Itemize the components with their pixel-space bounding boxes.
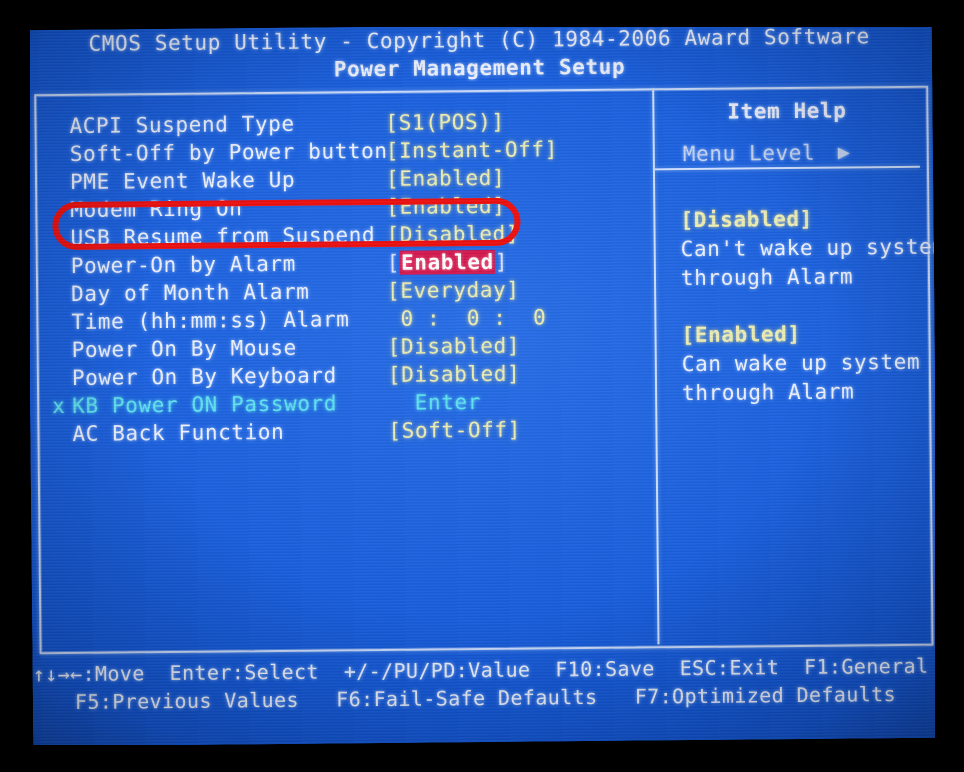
row-disabled-marker-icon: x [52, 394, 66, 419]
setting-value[interactable]: [Instant-Off] [386, 137, 558, 163]
setting-label: USB Resume from Suspend [70, 223, 376, 250]
bracket-open: [ [386, 250, 401, 275]
setting-value[interactable]: [Everyday] [387, 278, 520, 303]
setting-value[interactable]: 0 : 0 : 0 [387, 305, 546, 330]
bezel-top [0, 0, 964, 27]
page-title: Power Management Setup [333, 54, 626, 82]
setting-value[interactable]: [S1(POS)] [385, 110, 504, 135]
setting-value[interactable]: [Enabled] [386, 194, 505, 219]
setting-label: ACPI Suspend Type [69, 111, 295, 138]
menu-level-label: Menu Level [682, 140, 816, 167]
setting-value[interactable]: Enter [388, 390, 481, 415]
bios-screen: CMOS Setup Utility - Copyright (C) 1984-… [26, 21, 939, 747]
setting-label: Modem Ring On [70, 196, 243, 222]
setting-label: AC Back Function [72, 419, 285, 446]
crt-photo: CMOS Setup Utility - Copyright (C) 1984-… [0, 0, 964, 772]
item-help-entry-text: Can wake up system [681, 349, 921, 377]
bios-copyright-title: CMOS Setup Utility - Copyright (C) 1984-… [88, 24, 870, 56]
bezel-right [935, 0, 964, 772]
item-help-entry-text: Can't wake up system [680, 234, 939, 262]
setting-value[interactable]: [Soft-Off] [388, 418, 521, 443]
bezel-bottom [0, 745, 964, 772]
setting-label: Power On By Mouse [71, 335, 297, 362]
setting-label: Power-On by Alarm [70, 251, 297, 278]
setting-label: PME Event Wake Up [69, 167, 296, 194]
footer-keys-line-1: ↑↓→←:Move Enter:Select +/-/PU/PD:Value F… [32, 653, 939, 687]
setting-value[interactable]: [Disabled] [388, 362, 521, 387]
item-help-entry-text: through Alarm [680, 264, 854, 291]
selected-value-highlight[interactable]: Enabled [399, 249, 495, 275]
setting-value[interactable]: [Enabled] [386, 249, 509, 275]
chevron-right-icon: ▶ [837, 139, 851, 164]
setting-label: Time (hh:mm:ss) Alarm [71, 307, 350, 334]
footer-keys-line-2: F5:Previous Values F6:Fail-Safe Defaults… [74, 682, 897, 714]
item-help-entry-title: [Enabled] [681, 321, 801, 348]
setting-label: Power On By Keyboard [71, 363, 337, 390]
setting-value[interactable]: [Enabled] [386, 166, 505, 191]
item-help-entry-text: through Alarm [681, 379, 855, 406]
setting-label: Day of Month Alarm [71, 279, 310, 306]
setting-label: Soft-Off by Power button [69, 138, 388, 166]
setting-label: KB Power ON Password [72, 391, 338, 418]
bezel-left [0, 0, 30, 772]
item-help-title: Item Help [727, 98, 847, 124]
setting-value[interactable]: [Disabled] [386, 222, 519, 247]
setting-value[interactable]: [Disabled] [388, 334, 521, 359]
item-help-entry-title: [Disabled] [680, 206, 813, 233]
bracket-close: ] [494, 249, 509, 274]
